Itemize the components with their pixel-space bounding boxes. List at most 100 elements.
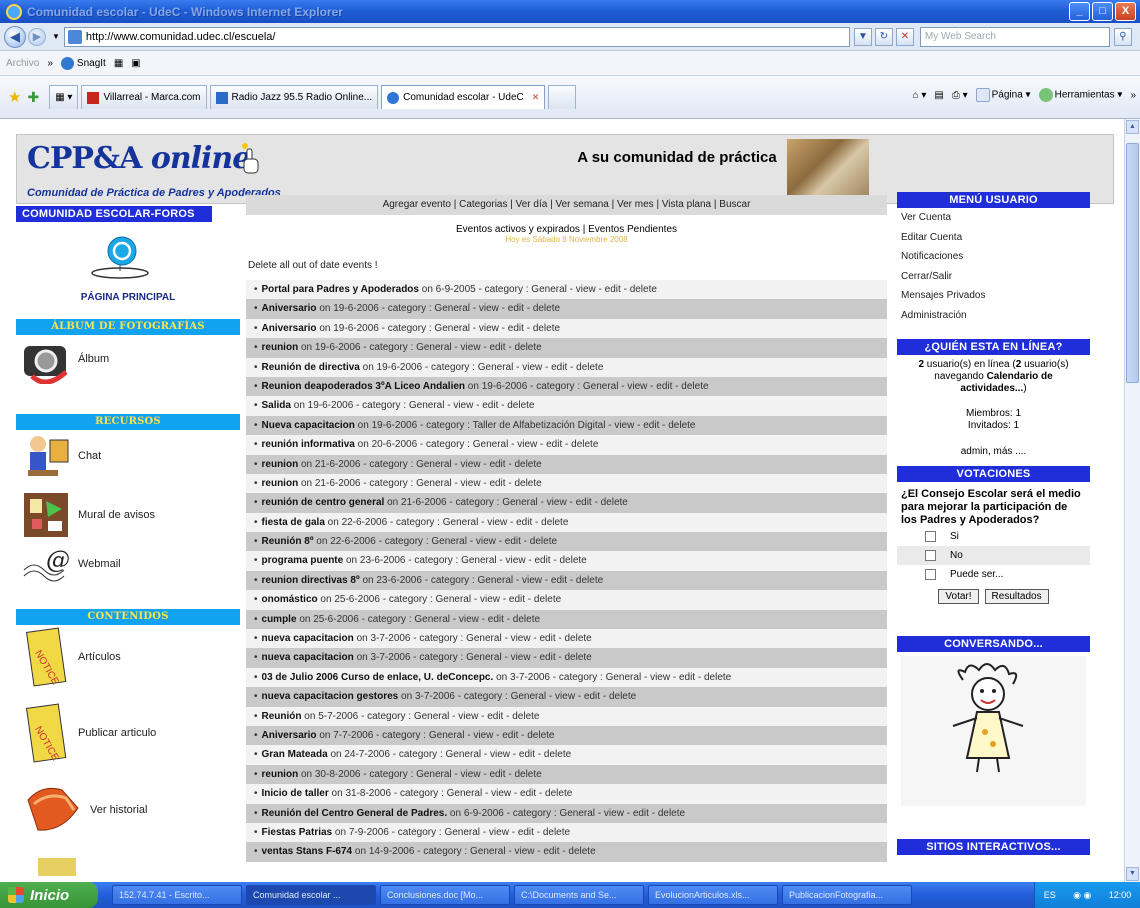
event-delete-link[interactable]: delete — [609, 691, 636, 702]
close-button[interactable]: X — [1115, 2, 1136, 21]
search-icon[interactable]: ⚲ — [1113, 27, 1132, 46]
event-category[interactable]: General — [416, 769, 452, 780]
event-edit-link[interactable]: edit — [546, 439, 562, 450]
event-view-link[interactable]: view — [491, 788, 511, 799]
event-category[interactable]: General — [444, 827, 480, 838]
event-title[interactable]: Aniversario — [262, 730, 317, 741]
event-category[interactable]: General — [559, 808, 595, 819]
event-edit-link[interactable]: edit — [656, 381, 672, 392]
event-edit-link[interactable]: edit — [551, 362, 567, 373]
event-edit-link[interactable]: edit — [516, 517, 532, 528]
event-title[interactable]: reunión de centro general — [262, 497, 385, 508]
event-edit-link[interactable]: edit — [508, 303, 524, 314]
event-view-link[interactable]: view — [555, 691, 575, 702]
address-dropdown-icon[interactable]: ▼ — [853, 27, 872, 46]
event-category[interactable]: General — [429, 730, 465, 741]
chat-link[interactable]: Chat — [22, 432, 101, 480]
recycle-icon[interactable] — [89, 233, 151, 281]
menu-archivo[interactable]: Archivo — [6, 58, 39, 69]
event-title[interactable]: Reunion deapoderados 3ºA Liceo Andalien — [262, 381, 466, 392]
event-delete-link[interactable]: delete — [514, 769, 541, 780]
event-title[interactable]: reunión informativa — [262, 439, 355, 450]
album-link[interactable]: Álbum — [22, 334, 109, 384]
event-view-link[interactable]: view — [461, 342, 481, 353]
event-delete-link[interactable]: delete — [507, 400, 534, 411]
event-title[interactable]: programa puente — [262, 555, 344, 566]
event-title[interactable]: nueva capacitacion — [262, 652, 354, 663]
add-favorite-icon[interactable]: ✚ — [27, 89, 39, 106]
event-view-link[interactable]: view — [547, 497, 567, 508]
event-title[interactable]: reunion directivas 8º — [262, 575, 360, 586]
maximize-button[interactable]: □ — [1092, 2, 1113, 21]
event-view-link[interactable]: view — [487, 517, 507, 528]
user-menu-item[interactable]: Notificaciones — [901, 251, 1090, 271]
event-edit-link[interactable]: edit — [584, 691, 600, 702]
event-delete-link[interactable]: delete — [541, 517, 568, 528]
event-delete-link[interactable]: delete — [527, 730, 554, 741]
event-view-link[interactable]: view — [522, 575, 542, 586]
event-edit-link[interactable]: edit — [508, 323, 524, 334]
event-category[interactable]: General — [431, 536, 467, 547]
user-menu-item[interactable]: Editar Cuenta — [901, 232, 1090, 252]
scroll-thumb[interactable] — [1126, 143, 1139, 383]
poll-checkbox[interactable] — [925, 569, 936, 580]
event-view-link[interactable]: view — [511, 633, 531, 644]
event-edit-link[interactable]: edit — [519, 749, 535, 760]
event-title[interactable]: reunion — [262, 478, 299, 489]
event-title[interactable]: Reunión de directiva — [262, 362, 360, 373]
event-view-link[interactable]: view — [461, 769, 481, 780]
event-title[interactable]: Fiestas Patrias — [262, 827, 333, 838]
publicar-link[interactable]: NOTICE Publicar articulo — [22, 702, 156, 764]
event-edit-link[interactable]: edit — [502, 730, 518, 741]
event-edit-link[interactable]: edit — [543, 846, 559, 857]
event-category[interactable]: General — [511, 691, 547, 702]
home-icon[interactable]: ⌂ ▾ — [913, 90, 927, 101]
taskbar-item[interactable]: PublicacionFotografia... — [782, 885, 912, 905]
favorites-star-icon[interactable]: ★ — [8, 88, 21, 106]
event-category[interactable]: General — [434, 323, 470, 334]
event-category[interactable]: General — [473, 439, 509, 450]
event-view-link[interactable]: view — [480, 594, 500, 605]
event-title[interactable]: nueva capacitacion gestores — [262, 691, 399, 702]
event-view-link[interactable]: view — [514, 846, 534, 857]
event-delete-link[interactable]: delete — [512, 711, 539, 722]
address-input[interactable]: http://www.comunidad.udec.cl/escuela/ — [63, 26, 850, 47]
taskbar-item[interactable]: 152.74.7.41 - Escrito... — [112, 885, 242, 905]
event-title[interactable]: Aniversario — [262, 323, 317, 334]
event-view-link[interactable]: view — [479, 323, 499, 334]
print-icon[interactable]: ⎙ ▾ — [952, 90, 968, 101]
event-category[interactable]: General — [414, 711, 450, 722]
taskbar-item[interactable]: Comunidad escolar ... — [246, 885, 376, 905]
event-view-link[interactable]: view — [461, 459, 481, 470]
user-menu-item[interactable]: Administración — [901, 310, 1090, 330]
event-delete-link[interactable]: delete — [530, 536, 557, 547]
minimize-button[interactable]: _ — [1069, 2, 1090, 21]
new-tab-button[interactable] — [548, 85, 577, 109]
event-category[interactable]: General — [470, 846, 506, 857]
start-button[interactable]: Inicio — [0, 882, 98, 908]
event-title[interactable]: onomástico — [262, 594, 318, 605]
event-edit-link[interactable]: edit — [489, 478, 505, 489]
event-delete-link[interactable]: delete — [576, 362, 603, 373]
chevron-icon[interactable]: » — [47, 58, 53, 69]
event-delete-link[interactable]: delete — [533, 323, 560, 334]
stop-icon[interactable]: ✕ — [895, 27, 914, 46]
event-view-link[interactable]: view — [517, 439, 537, 450]
snagit-link[interactable]: SnagIt — [60, 56, 106, 70]
event-title[interactable]: Reunión — [262, 711, 302, 722]
event-edit-link[interactable]: edit — [520, 788, 536, 799]
event-category[interactable]: General — [583, 381, 619, 392]
screen-icon[interactable]: ▣ — [131, 58, 140, 69]
event-title[interactable]: nueva capacitacion — [262, 633, 354, 644]
event-edit-link[interactable]: edit — [605, 284, 621, 295]
historial-link[interactable]: Ver historial — [22, 780, 147, 840]
event-edit-link[interactable]: edit — [679, 672, 695, 683]
event-view-link[interactable]: view — [489, 827, 509, 838]
event-title[interactable]: Reunión 8º — [262, 536, 314, 547]
calendar-nav[interactable]: Agregar evento | Categorias | Ver día | … — [246, 195, 887, 215]
event-category[interactable]: General — [461, 555, 497, 566]
event-edit-link[interactable]: edit — [505, 536, 521, 547]
event-edit-link[interactable]: edit — [643, 420, 659, 431]
event-category[interactable]: General — [434, 303, 470, 314]
event-edit-link[interactable]: edit — [488, 614, 504, 625]
